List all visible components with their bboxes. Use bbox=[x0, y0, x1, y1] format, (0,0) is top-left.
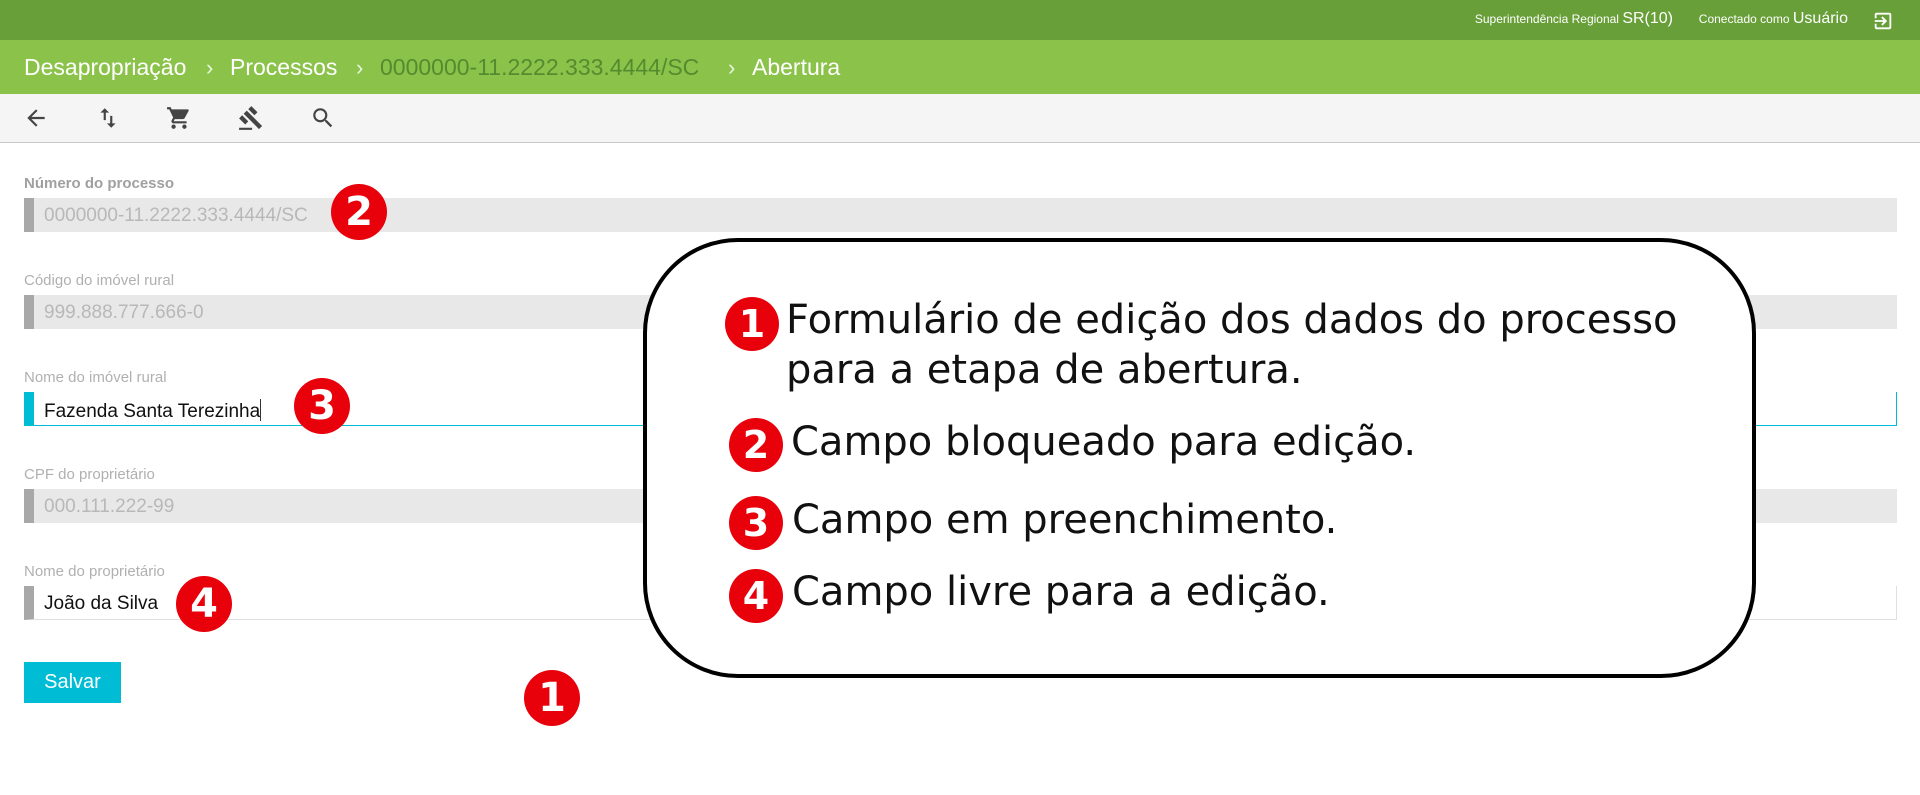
text-caret bbox=[260, 399, 262, 421]
callout-badge-1: 1 bbox=[725, 297, 779, 351]
user-info: Conectado como Usuário bbox=[1699, 10, 1848, 28]
field-label-nome-proprietario: Nome do proprietário bbox=[24, 563, 165, 580]
breadcrumb-separator: › bbox=[728, 55, 736, 80]
breadcrumb-item-abertura: Abertura bbox=[752, 54, 841, 80]
gavel-icon[interactable] bbox=[238, 105, 264, 131]
save-button[interactable]: Salvar bbox=[24, 662, 121, 703]
breadcrumb-separator: › bbox=[206, 55, 214, 80]
search-icon[interactable] bbox=[310, 105, 336, 131]
callout-badge-3: 3 bbox=[729, 496, 783, 550]
top-bar: Superintendência Regional SR(10) Conecta… bbox=[0, 0, 1920, 40]
region-value: SR(10) bbox=[1622, 10, 1673, 27]
nome-proprietario-value[interactable]: João da Silva bbox=[44, 593, 158, 615]
annotation-badge-1: 1 bbox=[524, 670, 580, 726]
user-name[interactable]: Usuário bbox=[1793, 10, 1848, 27]
field-label-codigo-imovel: Código do imóvel rural bbox=[24, 272, 175, 289]
regional-info: Superintendência Regional SR(10) bbox=[1475, 10, 1673, 28]
swap-vert-icon[interactable] bbox=[95, 105, 121, 131]
arrow-back-icon[interactable] bbox=[23, 105, 49, 131]
breadcrumb-item-process-number[interactable]: 0000000-11.2222.333.4444/SC bbox=[380, 54, 699, 81]
codigo-imovel-value: 999.888.777.666-0 bbox=[44, 302, 204, 323]
nome-imovel-text: Fazenda Santa Terezinha bbox=[44, 401, 261, 422]
cart-icon[interactable] bbox=[166, 105, 192, 131]
callout-item-3: Campo em preenchimento. bbox=[792, 497, 1338, 543]
callout-item-1: Formulário de edição dos dados do proces… bbox=[786, 295, 1678, 395]
callout-badge-2: 2 bbox=[729, 418, 783, 472]
breadcrumb: Desapropriação › Processos › 0000000-11.… bbox=[0, 40, 1920, 94]
numero-processo-value: 0000000-11.2222.333.4444/SC bbox=[44, 205, 308, 226]
field-label-numero-processo: Número do processo bbox=[24, 175, 175, 192]
callout-badge-4: 4 bbox=[729, 569, 783, 623]
logout-icon[interactable] bbox=[1872, 10, 1894, 32]
callout-item-1-line-1: Formulário de edição dos dados do proces… bbox=[786, 297, 1678, 343]
region-prefix: Superintendência Regional bbox=[1474, 12, 1619, 26]
action-toolbar bbox=[0, 94, 1920, 143]
cpf-value: 000.111.222-99 bbox=[44, 496, 175, 517]
callout-item-4: Campo livre para a edição. bbox=[792, 569, 1330, 615]
field-label-cpf: CPF do proprietário bbox=[24, 466, 155, 483]
annotation-badge-4: 4 bbox=[176, 576, 232, 632]
annotation-badge-2: 2 bbox=[331, 184, 387, 240]
field-label-nome-imovel: Nome do imóvel rural bbox=[24, 369, 167, 386]
annotation-callout: 1 Formulário de edição dos dados do proc… bbox=[643, 238, 1756, 678]
numero-processo-field: 0000000-11.2222.333.4444/SC bbox=[24, 198, 1897, 232]
breadcrumb-item-desapropriacao[interactable]: Desapropriação bbox=[24, 54, 186, 81]
annotation-badge-3: 3 bbox=[294, 378, 350, 434]
callout-item-2: Campo bloqueado para edição. bbox=[791, 419, 1417, 465]
breadcrumb-item-processos[interactable]: Processos bbox=[230, 54, 337, 81]
user-prefix: Conectado como bbox=[1698, 12, 1790, 26]
nome-imovel-value[interactable]: Fazenda Santa Terezinha bbox=[44, 399, 262, 423]
callout-item-1-line-2: para a etapa de abertura. bbox=[786, 347, 1303, 393]
breadcrumb-separator: › bbox=[356, 55, 364, 80]
